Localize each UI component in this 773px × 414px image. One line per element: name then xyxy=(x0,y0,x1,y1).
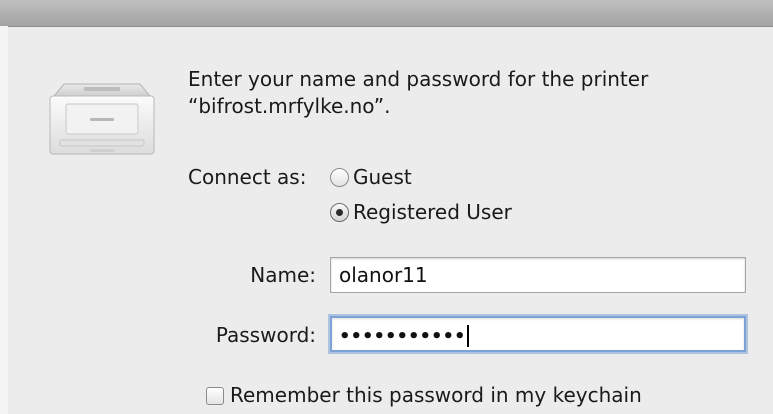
password-field[interactable]: ••••••••••• xyxy=(330,316,746,352)
password-label: Password: xyxy=(215,323,316,347)
name-label: Name: xyxy=(250,263,316,287)
window-titlebar[interactable] xyxy=(0,0,773,27)
radio-selected-dot xyxy=(336,209,343,216)
text-caret xyxy=(466,324,469,347)
remember-password-checkbox[interactable] xyxy=(206,386,224,405)
remember-password-label[interactable]: Remember this password in my keychain xyxy=(230,382,642,409)
password-field-value: ••••••••••• xyxy=(339,326,466,347)
radio-registered-user-label[interactable]: Registered User xyxy=(353,199,512,226)
radio-guest[interactable]: Guest xyxy=(330,164,412,191)
printer-icon xyxy=(49,83,155,155)
radio-registered-user-button[interactable] xyxy=(330,203,349,222)
radio-registered-user[interactable]: Registered User xyxy=(330,199,512,226)
name-field[interactable]: olanor11 xyxy=(330,257,746,293)
radio-guest-label[interactable]: Guest xyxy=(353,164,412,191)
window-edge xyxy=(0,26,8,414)
connect-as-label: Connect as: xyxy=(188,165,307,189)
remember-password-option[interactable]: Remember this password in my keychain xyxy=(206,382,642,409)
message-line-1: Enter your name and password for the pri… xyxy=(188,67,649,91)
name-field-value: olanor11 xyxy=(339,263,428,287)
dialog-message: Enter your name and password for the pri… xyxy=(188,66,748,120)
message-line-2: “bifrost.mrfylke.no”. xyxy=(188,94,391,118)
radio-guest-button[interactable] xyxy=(330,168,349,187)
